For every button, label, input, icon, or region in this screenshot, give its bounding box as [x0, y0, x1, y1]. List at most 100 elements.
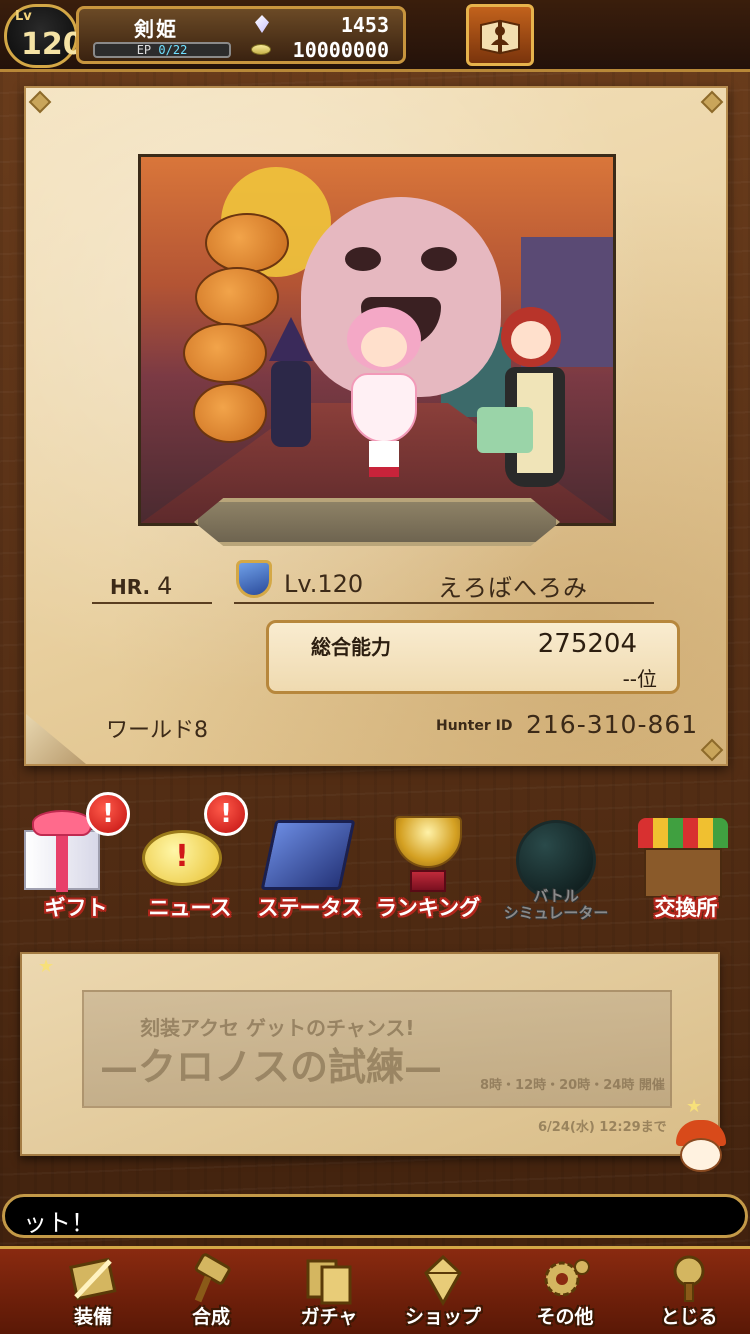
level-prefix: Lv	[15, 9, 32, 24]
nav-close-label: とじる	[660, 1306, 718, 1328]
gift-icon	[24, 830, 100, 892]
nav-other-button[interactable]: その他	[506, 1253, 624, 1334]
banner-end-date: 6/24(水) 12:29まで	[538, 1120, 667, 1135]
star-icon: ★	[38, 956, 55, 977]
gem-icon	[255, 15, 269, 33]
event-banner[interactable]: 刻装アクセ ゲットのチャンス! —クロノスの試練— 8時・12時・20時・24時…	[82, 990, 672, 1108]
exchange-button[interactable]: 交換所	[624, 790, 748, 930]
news-icon: !	[142, 830, 222, 886]
hunter-rank: HR. 4	[110, 572, 172, 600]
shield-icon	[236, 560, 272, 598]
nav-synth-label: 合成	[191, 1306, 230, 1328]
divider-line	[92, 602, 212, 604]
alert-icon: !	[86, 792, 130, 836]
title-plate	[194, 498, 560, 546]
stall-awning	[638, 818, 728, 848]
level-badge: Lv 120	[4, 4, 84, 68]
witch-character	[261, 317, 321, 447]
hunter-id-label: Hunter ID	[436, 718, 513, 734]
hunter-id-value: 216-310-861	[526, 710, 699, 739]
pumpkin-illustration	[183, 323, 267, 383]
battle-simulator-button[interactable]: バトル シミュレーター	[494, 790, 618, 930]
profile-book-button[interactable]	[466, 4, 534, 66]
nav-gacha-button[interactable]: ガチャ	[270, 1253, 388, 1334]
main-menu-row: ! ギフト ! ! ニュース ステータス ランキング バトル シミュレーター 交…	[0, 790, 750, 930]
power-value: 275204	[537, 629, 637, 659]
sword-icon	[69, 1257, 117, 1301]
player-username: えろばへろみ	[438, 574, 588, 602]
divider-line	[234, 602, 654, 604]
battle-simulator-label: バトル シミュレーター	[503, 887, 609, 922]
corner-ornament	[700, 90, 724, 114]
trophy-base	[410, 870, 446, 892]
nav-shop-button[interactable]: ショップ	[384, 1253, 502, 1334]
ticker-text: ット！	[23, 1209, 95, 1237]
nav-gacha-label: ガチャ	[300, 1306, 358, 1328]
nav-shop-label: ショップ	[404, 1306, 481, 1328]
maid-character	[477, 307, 581, 497]
stall-icon	[638, 818, 728, 898]
trophy-icon	[394, 816, 462, 868]
ep-bar: EP 0/22	[93, 42, 231, 58]
player-avatar	[341, 307, 427, 477]
page-curl	[26, 714, 86, 764]
banner-hours: 8時・12時・20時・24時 開催	[480, 1078, 665, 1093]
power-rank: --位	[622, 667, 657, 691]
nav-equip-label: 装備	[73, 1306, 112, 1328]
book-icon	[260, 820, 356, 890]
mascot-icon[interactable]	[672, 1120, 730, 1174]
coin-icon	[251, 44, 271, 55]
player-status-panel: 剣姫 EP 0/22 1453 10000000	[76, 6, 406, 64]
power-label: 総合能力	[311, 635, 391, 659]
book-icon	[480, 19, 520, 55]
level-number: 120	[21, 27, 84, 62]
ep-value: 0/22	[158, 43, 188, 57]
mascot-face	[680, 1138, 722, 1172]
gem-count: 1453	[340, 13, 389, 37]
alert-icon: !	[204, 792, 248, 836]
status-button[interactable]: ステータス	[248, 790, 372, 930]
news-button[interactable]: ! ! ニュース	[128, 790, 252, 930]
ghost-eye	[421, 247, 457, 271]
total-power-box: 総合能力 275204 --位	[266, 620, 680, 694]
profile-card: HR. 4 Lv.120 えろばへろみ 総合能力 275204 --位 ワールド…	[24, 86, 728, 766]
hr-value: 4	[157, 572, 173, 600]
gift-button[interactable]: ! ギフト	[14, 790, 138, 930]
banner-title: —クロノスの試練—	[100, 1044, 443, 1089]
maid-shirt	[477, 407, 533, 453]
pumpkin-illustration	[193, 383, 267, 443]
cards-icon	[306, 1259, 352, 1305]
hammer-icon	[194, 1253, 231, 1303]
gift-bow	[32, 810, 92, 836]
event-banner-panel: ★ ★ 刻装アクセ ゲットのチャンス! —クロノスの試練— 8時・12時・20時…	[20, 952, 720, 1156]
gear-icon	[544, 1259, 590, 1297]
avatar-legs	[369, 441, 399, 477]
corner-ornament	[28, 90, 52, 114]
news-label: ニュース	[148, 896, 232, 920]
tree-icon	[673, 1255, 705, 1302]
pumpkin-illustration	[205, 213, 289, 273]
nav-other-label: その他	[536, 1306, 594, 1328]
ranking-label: ランキング	[375, 896, 481, 920]
gift-label: ギフト	[44, 896, 108, 920]
witch-body	[271, 361, 311, 447]
hr-label: HR.	[110, 575, 151, 599]
world-label: ワールド8	[106, 718, 208, 743]
avatar-dress	[351, 373, 417, 443]
star-icon: ★	[686, 1096, 703, 1117]
character-portrait[interactable]	[138, 154, 616, 526]
ghost-eye	[345, 247, 381, 271]
chat-ticker[interactable]: ット！	[2, 1194, 748, 1238]
nav-close-button[interactable]: とじる	[630, 1253, 748, 1334]
player-name: 剣姫	[134, 17, 178, 41]
player-level: Lv.120	[284, 570, 364, 598]
coin-count: 10000000	[292, 38, 389, 62]
avatar-face	[361, 327, 407, 367]
nav-synth-button[interactable]: 合成	[152, 1253, 270, 1334]
exchange-label: 交換所	[654, 896, 718, 920]
stall-body	[644, 848, 722, 898]
nav-equip-button[interactable]: 装備	[34, 1253, 152, 1334]
ep-label: EP	[136, 43, 152, 57]
ranking-button[interactable]: ランキング	[366, 790, 490, 930]
top-status-bar: Lv 120 剣姫 EP 0/22 1453 10000000	[0, 0, 750, 72]
